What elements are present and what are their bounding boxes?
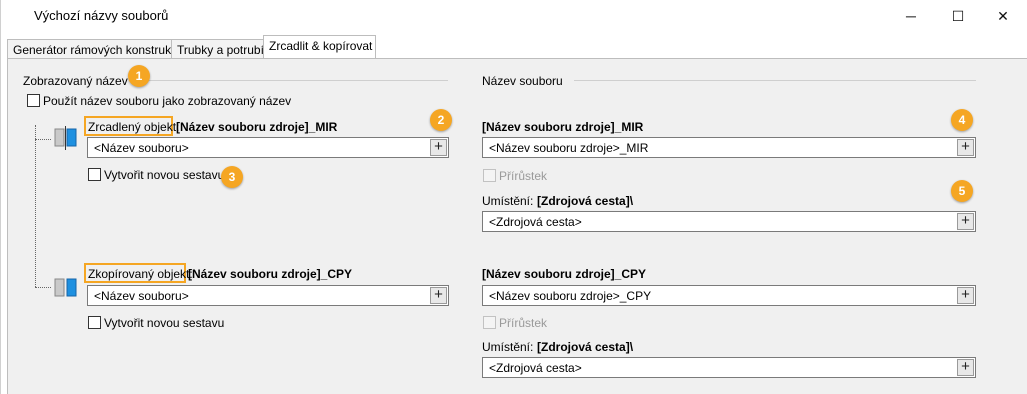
- mirrored-new-assembly-checkbox[interactable]: [88, 168, 101, 181]
- copied-new-assembly-label: Vytvořit novou sestavu: [104, 316, 225, 330]
- copied-location-add-button[interactable]: +: [957, 359, 974, 376]
- copied-filename-heading: [Název souboru zdroje]_CPY: [482, 267, 647, 281]
- mirrored-location-field-value: <Zdrojová cesta>: [489, 215, 582, 229]
- copied-filename-field[interactable]: <Název souboru zdroje>_CPY +: [482, 285, 976, 306]
- copy-part-icon: [53, 274, 79, 300]
- window-title: Výchozí názvy souborů: [34, 8, 169, 23]
- copied-object-name: [Název souboru zdroje]_CPY: [188, 267, 353, 281]
- callout-1: 1: [128, 65, 150, 87]
- tree-connector: [35, 287, 51, 288]
- mirrored-filename-heading: [Název souboru zdroje]_MIR: [482, 120, 644, 134]
- mirrored-filename-value: <Název souboru zdroje>_MIR: [489, 141, 649, 155]
- group-separator: [148, 80, 448, 81]
- tab-tube-and-pipe[interactable]: Trubky a potrubí: [171, 39, 264, 59]
- callout-2: 2: [430, 109, 452, 131]
- copied-display-name-value: <Název souboru>: [94, 289, 189, 303]
- callout-3: 3: [221, 166, 243, 188]
- tree-connector: [35, 139, 51, 140]
- use-filename-checkbox[interactable]: [27, 94, 40, 107]
- mirrored-location-value: [Zdrojová cesta]\: [537, 194, 634, 208]
- mirrored-location-field[interactable]: <Zdrojová cesta> +: [482, 211, 976, 232]
- filename-group-title: Název souboru: [482, 74, 563, 88]
- title-bar: Výchozí názvy souborů ─ ☐ ✕: [1, 0, 1027, 32]
- copied-location-field[interactable]: <Zdrojová cesta> +: [482, 357, 976, 378]
- minimize-button[interactable]: ─: [891, 4, 931, 28]
- callout-5: 5: [951, 180, 973, 202]
- copied-location-value: [Zdrojová cesta]\: [537, 340, 634, 354]
- mirrored-object-label: Zrcadlený objekt:: [88, 120, 180, 134]
- copied-new-assembly-checkbox[interactable]: [88, 316, 101, 329]
- tree-connector: [35, 125, 36, 287]
- mirrored-increment-label: Přírůstek: [499, 169, 548, 183]
- mirrored-location-add-button[interactable]: +: [957, 213, 974, 230]
- mirrored-new-assembly-label: Vytvořit novou sestavu: [104, 168, 225, 182]
- mirrored-object-name: [Název souboru zdroje]_MIR: [176, 120, 338, 134]
- copied-display-name-add-button[interactable]: +: [430, 287, 447, 304]
- mirrored-filename-add-button[interactable]: +: [957, 139, 974, 156]
- mirrored-display-name-value: <Název souboru>: [94, 141, 189, 155]
- copied-increment-label: Přírůstek: [499, 316, 548, 330]
- display-name-group-title: Zobrazovaný název: [23, 74, 128, 88]
- mirrored-increment-checkbox[interactable]: [483, 169, 496, 182]
- mirrored-display-name-field[interactable]: <Název souboru> +: [87, 137, 449, 158]
- mirrored-display-name-add-button[interactable]: +: [430, 139, 447, 156]
- copied-location-label: Umístění:: [482, 340, 534, 354]
- use-filename-label: Použít název souboru jako zobrazovaný ná…: [43, 94, 292, 108]
- tab-frame-generator[interactable]: Generátor rámových konstrukcí: [7, 39, 180, 59]
- copied-location-field-value: <Zdrojová cesta>: [489, 361, 582, 375]
- copied-increment-checkbox[interactable]: [483, 316, 496, 329]
- close-button[interactable]: ✕: [983, 4, 1023, 28]
- mirror-part-icon: [53, 125, 79, 151]
- group-separator: [574, 80, 976, 81]
- mirrored-location-label: Umístění:: [482, 194, 534, 208]
- copied-display-name-field[interactable]: <Název souboru> +: [87, 285, 449, 306]
- tab-mirror-copy[interactable]: Zrcadlit & kopírovat: [263, 35, 376, 59]
- maximize-button[interactable]: ☐: [938, 4, 978, 28]
- copied-object-label: Zkopírovaný objekt:: [88, 267, 193, 281]
- callout-4: 4: [951, 109, 973, 131]
- tab-panel: Zobrazovaný název 1 Použít název souboru…: [7, 58, 1027, 394]
- dialog-window: Výchozí názvy souborů ─ ☐ ✕ Generátor rá…: [0, 0, 1027, 394]
- mirrored-filename-field[interactable]: <Název souboru zdroje>_MIR +: [482, 137, 976, 158]
- copied-filename-add-button[interactable]: +: [957, 287, 974, 304]
- copied-filename-value: <Název souboru zdroje>_CPY: [489, 289, 652, 303]
